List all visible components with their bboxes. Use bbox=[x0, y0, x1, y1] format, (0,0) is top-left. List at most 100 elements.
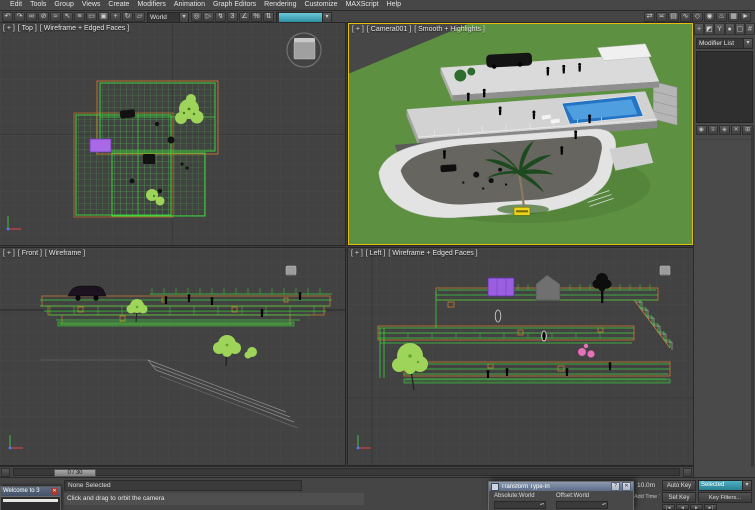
previous-frame-button[interactable]: ◄ bbox=[676, 504, 689, 510]
menu-item[interactable]: Graph Editors bbox=[209, 0, 260, 10]
render-setup-icon[interactable]: ♨ bbox=[716, 12, 727, 22]
create-tab[interactable]: + bbox=[694, 23, 704, 35]
hierarchy-tab[interactable]: Y bbox=[714, 23, 724, 35]
absolute-world-label: Absolute:World bbox=[494, 493, 546, 499]
viewport-shading-button[interactable]: [ Wireframe ] bbox=[45, 250, 85, 257]
scene-light-icon bbox=[660, 266, 670, 275]
prompt-line: Click and drag to orbit the camera bbox=[64, 493, 364, 505]
open-mini-curve-editor-button[interactable] bbox=[1, 468, 10, 477]
close-icon[interactable]: ✕ bbox=[51, 488, 58, 495]
percent-snap-icon[interactable]: % bbox=[251, 12, 262, 22]
rendered-frame-window-icon[interactable]: ▦ bbox=[728, 12, 739, 22]
undo-icon[interactable]: ↶ bbox=[2, 12, 13, 22]
welcome-window[interactable]: Welcome to 3 ✕ bbox=[0, 486, 61, 510]
unlink-selection-icon[interactable]: ⊘ bbox=[38, 12, 49, 22]
time-slider-end-button[interactable] bbox=[683, 468, 692, 477]
next-frame-button[interactable]: ►| bbox=[704, 504, 717, 510]
remove-modifier-button[interactable]: ✕ bbox=[731, 125, 742, 135]
angle-snap-icon[interactable]: ∠ bbox=[239, 12, 250, 22]
offset-x-field[interactable]: ▴▾ bbox=[556, 501, 608, 509]
viewport-name-button[interactable]: [ Left ] bbox=[366, 250, 385, 257]
top-viewport-canvas[interactable] bbox=[0, 23, 345, 245]
select-and-scale-icon[interactable]: ▱ bbox=[134, 12, 145, 22]
utilities-tab[interactable]: # bbox=[745, 23, 755, 35]
key-filters-button[interactable]: Key Filters... bbox=[698, 492, 752, 503]
select-and-move-icon[interactable]: + bbox=[110, 12, 121, 22]
viewport-camera[interactable]: [ + ] [ Camera001 ] [ Smooth + Highlight… bbox=[348, 23, 693, 245]
welcome-window-titlebar[interactable]: Welcome to 3 ✕ bbox=[1, 487, 60, 496]
menu-item[interactable]: Modifiers bbox=[133, 0, 169, 10]
modifier-stack-list[interactable] bbox=[696, 51, 753, 123]
snaps-toggle-icon[interactable]: 3 bbox=[227, 12, 238, 22]
viewport-top[interactable]: [ + ] [ Top ] [ Wireframe + Edged Faces … bbox=[0, 23, 345, 245]
viewport-left[interactable]: [ + ] [ Left ] [ Wireframe + Edged Faces… bbox=[348, 248, 693, 465]
select-and-rotate-icon[interactable]: ↻ bbox=[122, 12, 133, 22]
modifier-list-dropdown[interactable]: Modifier List ▾ bbox=[696, 38, 753, 49]
viewport-menu-button[interactable]: [ + ] bbox=[3, 25, 15, 32]
menu-item[interactable]: Customize bbox=[300, 0, 341, 10]
motion-tab[interactable]: ● bbox=[725, 23, 735, 35]
reference-coordinate-system-combo[interactable]: World ▾ bbox=[147, 12, 189, 23]
viewport-name-button[interactable]: [ Top ] bbox=[18, 25, 37, 32]
select-and-manipulate-icon[interactable]: ▷ bbox=[203, 12, 214, 22]
auto-key-button[interactable]: Auto Key bbox=[662, 480, 696, 491]
time-slider-track[interactable]: 0 / 30 bbox=[13, 468, 680, 476]
make-unique-button[interactable]: ◈ bbox=[719, 125, 730, 135]
menu-item[interactable]: Edit bbox=[6, 0, 26, 10]
menu-item[interactable]: Tools bbox=[26, 0, 50, 10]
set-key-button[interactable]: Set Key bbox=[662, 492, 696, 503]
panel-scrollbar[interactable] bbox=[751, 127, 754, 467]
select-object-icon[interactable]: ↖ bbox=[62, 12, 73, 22]
viewport-front[interactable]: [ + ] [ Front ] [ Wireframe ] bbox=[0, 248, 345, 465]
select-by-name-icon[interactable]: ≡ bbox=[74, 12, 85, 22]
bind-to-space-warp-icon[interactable]: ≈ bbox=[50, 12, 61, 22]
transform-type-in-titlebar[interactable]: Transform Type-In ? ✕ bbox=[489, 482, 633, 491]
use-pivot-point-center-icon[interactable]: ◎ bbox=[191, 12, 202, 22]
curve-editor-icon[interactable]: ∿ bbox=[680, 12, 691, 22]
window-crossing-icon[interactable]: ▣ bbox=[98, 12, 109, 22]
viewport-shading-button[interactable]: [ Smooth + Highlights ] bbox=[414, 26, 485, 33]
menu-item[interactable]: Views bbox=[78, 0, 105, 10]
viewport-menu-button[interactable]: [ + ] bbox=[3, 250, 15, 257]
mirror-icon[interactable]: ⇄ bbox=[644, 12, 655, 22]
spinner-snap-icon[interactable]: ⇅ bbox=[263, 12, 274, 22]
absolute-x-field[interactable]: ▴▾ bbox=[494, 501, 546, 509]
named-selection-sets-combo[interactable]: ▾ bbox=[276, 12, 332, 23]
go-to-start-button[interactable]: |◄ bbox=[662, 504, 675, 510]
render-production-icon[interactable]: ► bbox=[740, 12, 751, 22]
select-and-link-icon[interactable]: ∞ bbox=[26, 12, 37, 22]
menu-item[interactable]: Create bbox=[104, 0, 133, 10]
show-end-result-button[interactable]: ≡ bbox=[708, 125, 719, 135]
menu-item[interactable]: MAXScript bbox=[342, 0, 383, 10]
left-viewport-canvas[interactable] bbox=[348, 248, 693, 465]
viewport-shading-button[interactable]: [ Wireframe + Edged Faces ] bbox=[40, 25, 129, 32]
close-icon[interactable]: ✕ bbox=[622, 482, 631, 491]
viewport-menu-button[interactable]: [ + ] bbox=[352, 26, 364, 33]
schematic-view-icon[interactable]: ◇ bbox=[692, 12, 703, 22]
viewport-shading-button[interactable]: [ Wireframe + Edged Faces ] bbox=[388, 250, 477, 257]
camera-viewport-canvas[interactable] bbox=[349, 24, 692, 244]
layer-manager-icon[interactable]: ▤ bbox=[668, 12, 679, 22]
help-icon[interactable]: ? bbox=[611, 482, 620, 491]
display-tab[interactable]: ▢ bbox=[735, 23, 745, 35]
front-viewport-canvas[interactable] bbox=[0, 248, 345, 465]
add-time-tag[interactable]: Add Time Tag bbox=[634, 494, 660, 500]
viewport-name-button[interactable]: [ Front ] bbox=[18, 250, 42, 257]
menu-item[interactable]: Help bbox=[383, 0, 405, 10]
selection-status-field: None Selected bbox=[64, 480, 302, 491]
menu-item[interactable]: Animation bbox=[170, 0, 209, 10]
animation-selection-set-combo[interactable]: Selected ▾ bbox=[698, 480, 752, 491]
material-editor-icon[interactable]: ◉ bbox=[704, 12, 715, 22]
pin-stack-button[interactable]: ◉ bbox=[696, 125, 707, 135]
align-icon[interactable]: ≍ bbox=[656, 12, 667, 22]
viewport-menu-button[interactable]: [ + ] bbox=[351, 250, 363, 257]
menu-item[interactable]: Rendering bbox=[260, 0, 300, 10]
viewport-name-button[interactable]: [ Camera001 ] bbox=[367, 26, 411, 33]
modify-tab[interactable]: ◩ bbox=[704, 23, 714, 35]
rectangular-selection-region-icon[interactable]: ▭ bbox=[86, 12, 97, 22]
keyboard-shortcut-override-icon[interactable]: ↯ bbox=[215, 12, 226, 22]
time-slider-handle[interactable]: 0 / 30 bbox=[54, 469, 96, 477]
redo-icon[interactable]: ↷ bbox=[14, 12, 25, 22]
play-button[interactable]: ► bbox=[690, 504, 703, 510]
menu-item[interactable]: Group bbox=[50, 0, 77, 10]
